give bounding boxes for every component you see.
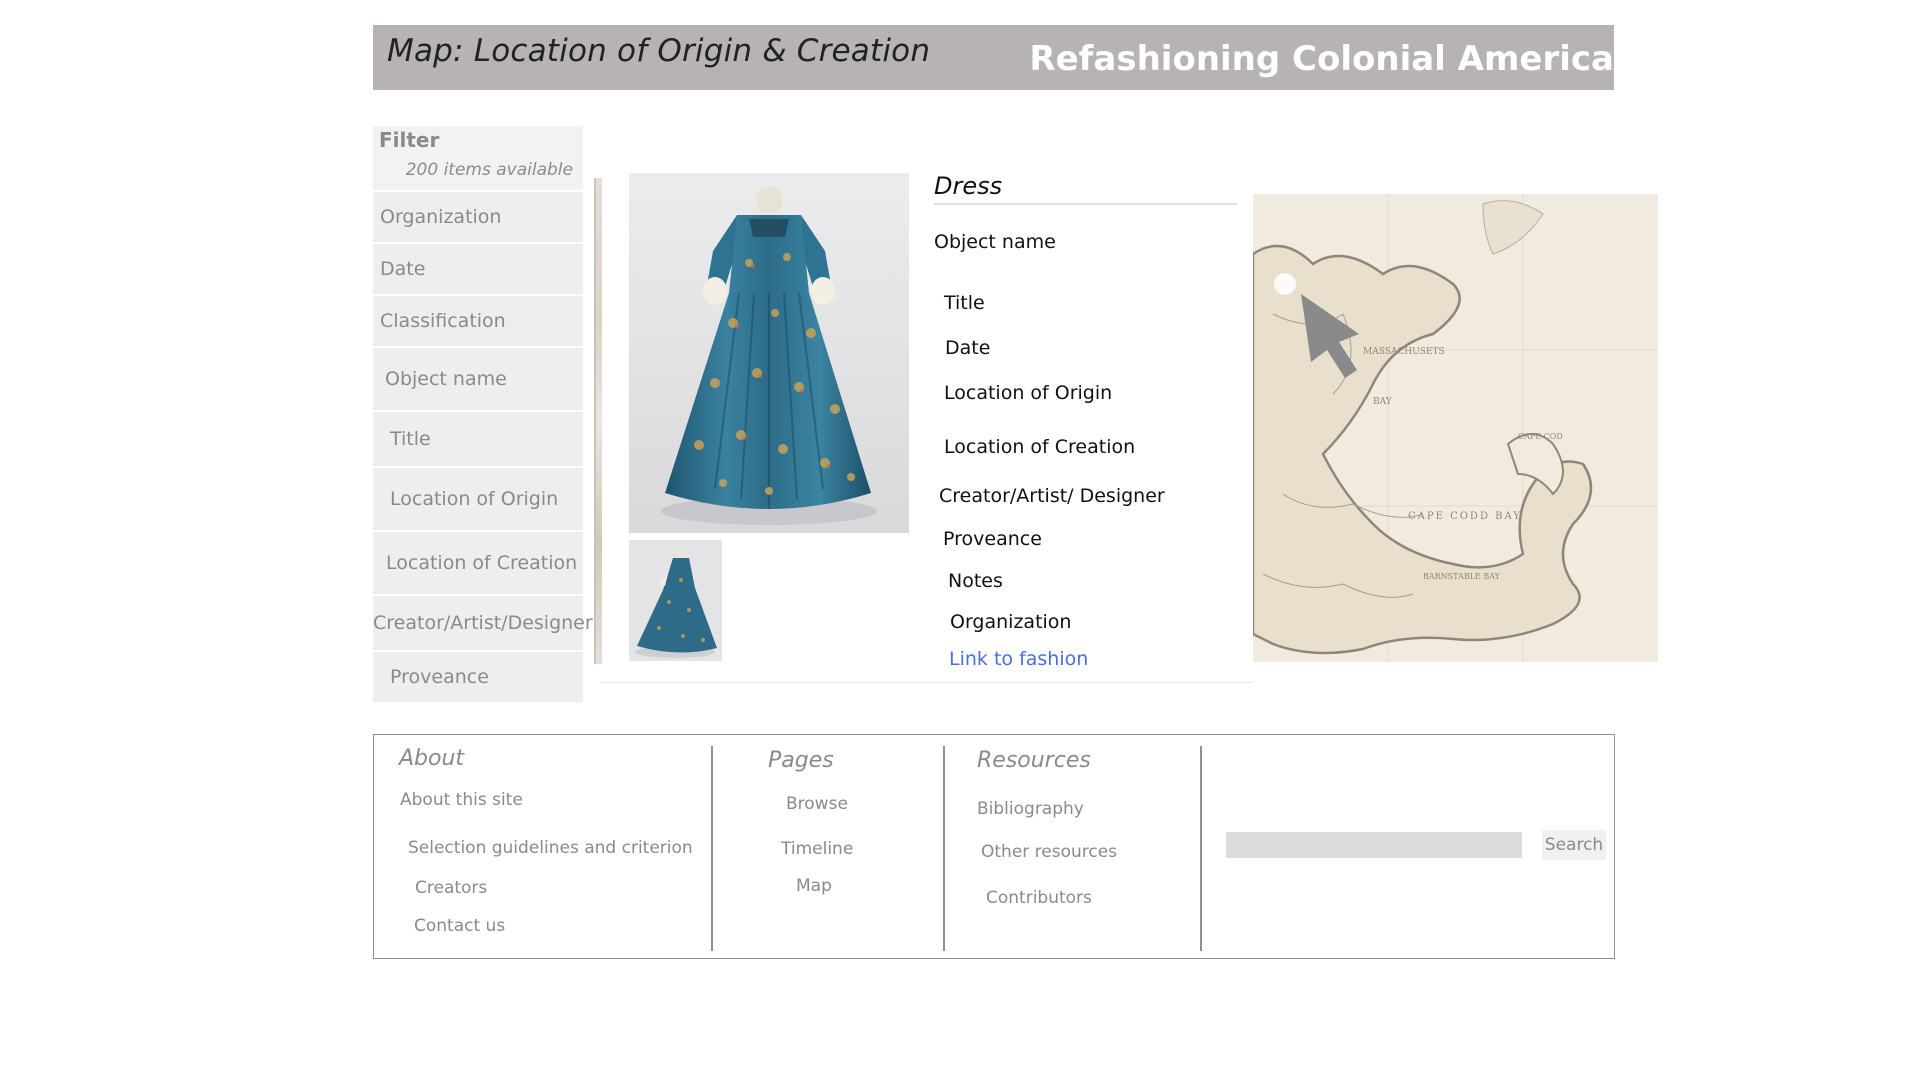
footer-link-contributors[interactable]: Contributors: [986, 888, 1092, 908]
historic-map[interactable]: MASSACHUSETS BAY CAPE CODD BAY BARNSTABL…: [1253, 194, 1658, 662]
search-input[interactable]: [1226, 832, 1522, 858]
field-organization: Organization: [950, 611, 1072, 633]
footer-divider: [1200, 746, 1202, 951]
footer-link-selection-guidelines[interactable]: Selection guidelines and criterion: [408, 838, 693, 858]
filter-location-origin[interactable]: Location of Origin: [373, 466, 583, 530]
filter-organization[interactable]: Organization: [373, 190, 583, 242]
filter-creator[interactable]: Creator/Artist/Designer: [373, 594, 593, 650]
field-proveance: Proveance: [943, 528, 1042, 550]
filter-panel: Filter 200 items available Organization …: [373, 126, 593, 702]
map-label-cape-codd-bay: CAPE CODD BAY: [1408, 511, 1522, 522]
filter-object-name[interactable]: Object name: [373, 346, 583, 410]
field-notes: Notes: [948, 570, 1003, 592]
footer-divider: [711, 746, 713, 951]
map-label-cape-cod: CAPE COD: [1518, 432, 1563, 441]
field-location-origin: Location of Origin: [944, 382, 1113, 404]
filter-proveance[interactable]: Proveance: [373, 650, 583, 702]
map-label-massachusets: MASSACHUSETS: [1363, 347, 1445, 357]
filter-date[interactable]: Date: [373, 242, 583, 294]
link-to-fashion[interactable]: Link to fashion: [949, 648, 1088, 670]
map-label-barnstable-bay: BARNSTABLE BAY: [1423, 572, 1501, 581]
footer-about-heading: About: [399, 746, 465, 771]
footer-link-map[interactable]: Map: [796, 876, 832, 896]
site-footer: About About this site Selection guidelin…: [373, 734, 1615, 959]
title-divider: [934, 203, 1237, 205]
map-label-bay: BAY: [1373, 397, 1393, 407]
page-title: Map: Location of Origin & Creation: [387, 33, 931, 69]
field-creator: Creator/Artist/ Designer: [939, 485, 1165, 507]
footer-link-about-site[interactable]: About this site: [400, 790, 523, 810]
site-header: Map: Location of Origin & Creation Refas…: [373, 25, 1614, 90]
filter-item-count: 200 items available: [405, 160, 573, 180]
filter-heading: Filter: [379, 128, 440, 152]
filter-location-creation[interactable]: Location of Creation: [373, 530, 583, 594]
search-button[interactable]: Search: [1542, 830, 1606, 860]
filter-classification[interactable]: Classification: [373, 294, 583, 346]
field-title: Title: [944, 292, 985, 314]
filter-title[interactable]: Title: [373, 410, 583, 466]
object-title: Dress: [934, 172, 1003, 200]
footer-link-browse[interactable]: Browse: [786, 794, 848, 814]
field-object-name: Object name: [934, 231, 1056, 253]
footer-pages-heading: Pages: [768, 748, 834, 773]
detail-divider: [600, 682, 1252, 683]
field-date: Date: [945, 337, 991, 359]
carousel-edge[interactable]: [594, 178, 602, 664]
footer-link-other-resources[interactable]: Other resources: [981, 842, 1117, 862]
footer-link-creators[interactable]: Creators: [415, 878, 487, 898]
footer-resources-heading: Resources: [977, 748, 1091, 773]
footer-divider: [943, 746, 945, 951]
footer-link-timeline[interactable]: Timeline: [781, 839, 853, 859]
field-location-creation: Location of Creation: [944, 436, 1136, 458]
dress-image[interactable]: [629, 173, 909, 533]
dress-thumbnail[interactable]: [629, 540, 722, 661]
footer-link-contact[interactable]: Contact us: [414, 916, 505, 936]
site-title[interactable]: Refashioning Colonial America: [1029, 39, 1614, 79]
footer-link-bibliography[interactable]: Bibliography: [977, 799, 1084, 819]
